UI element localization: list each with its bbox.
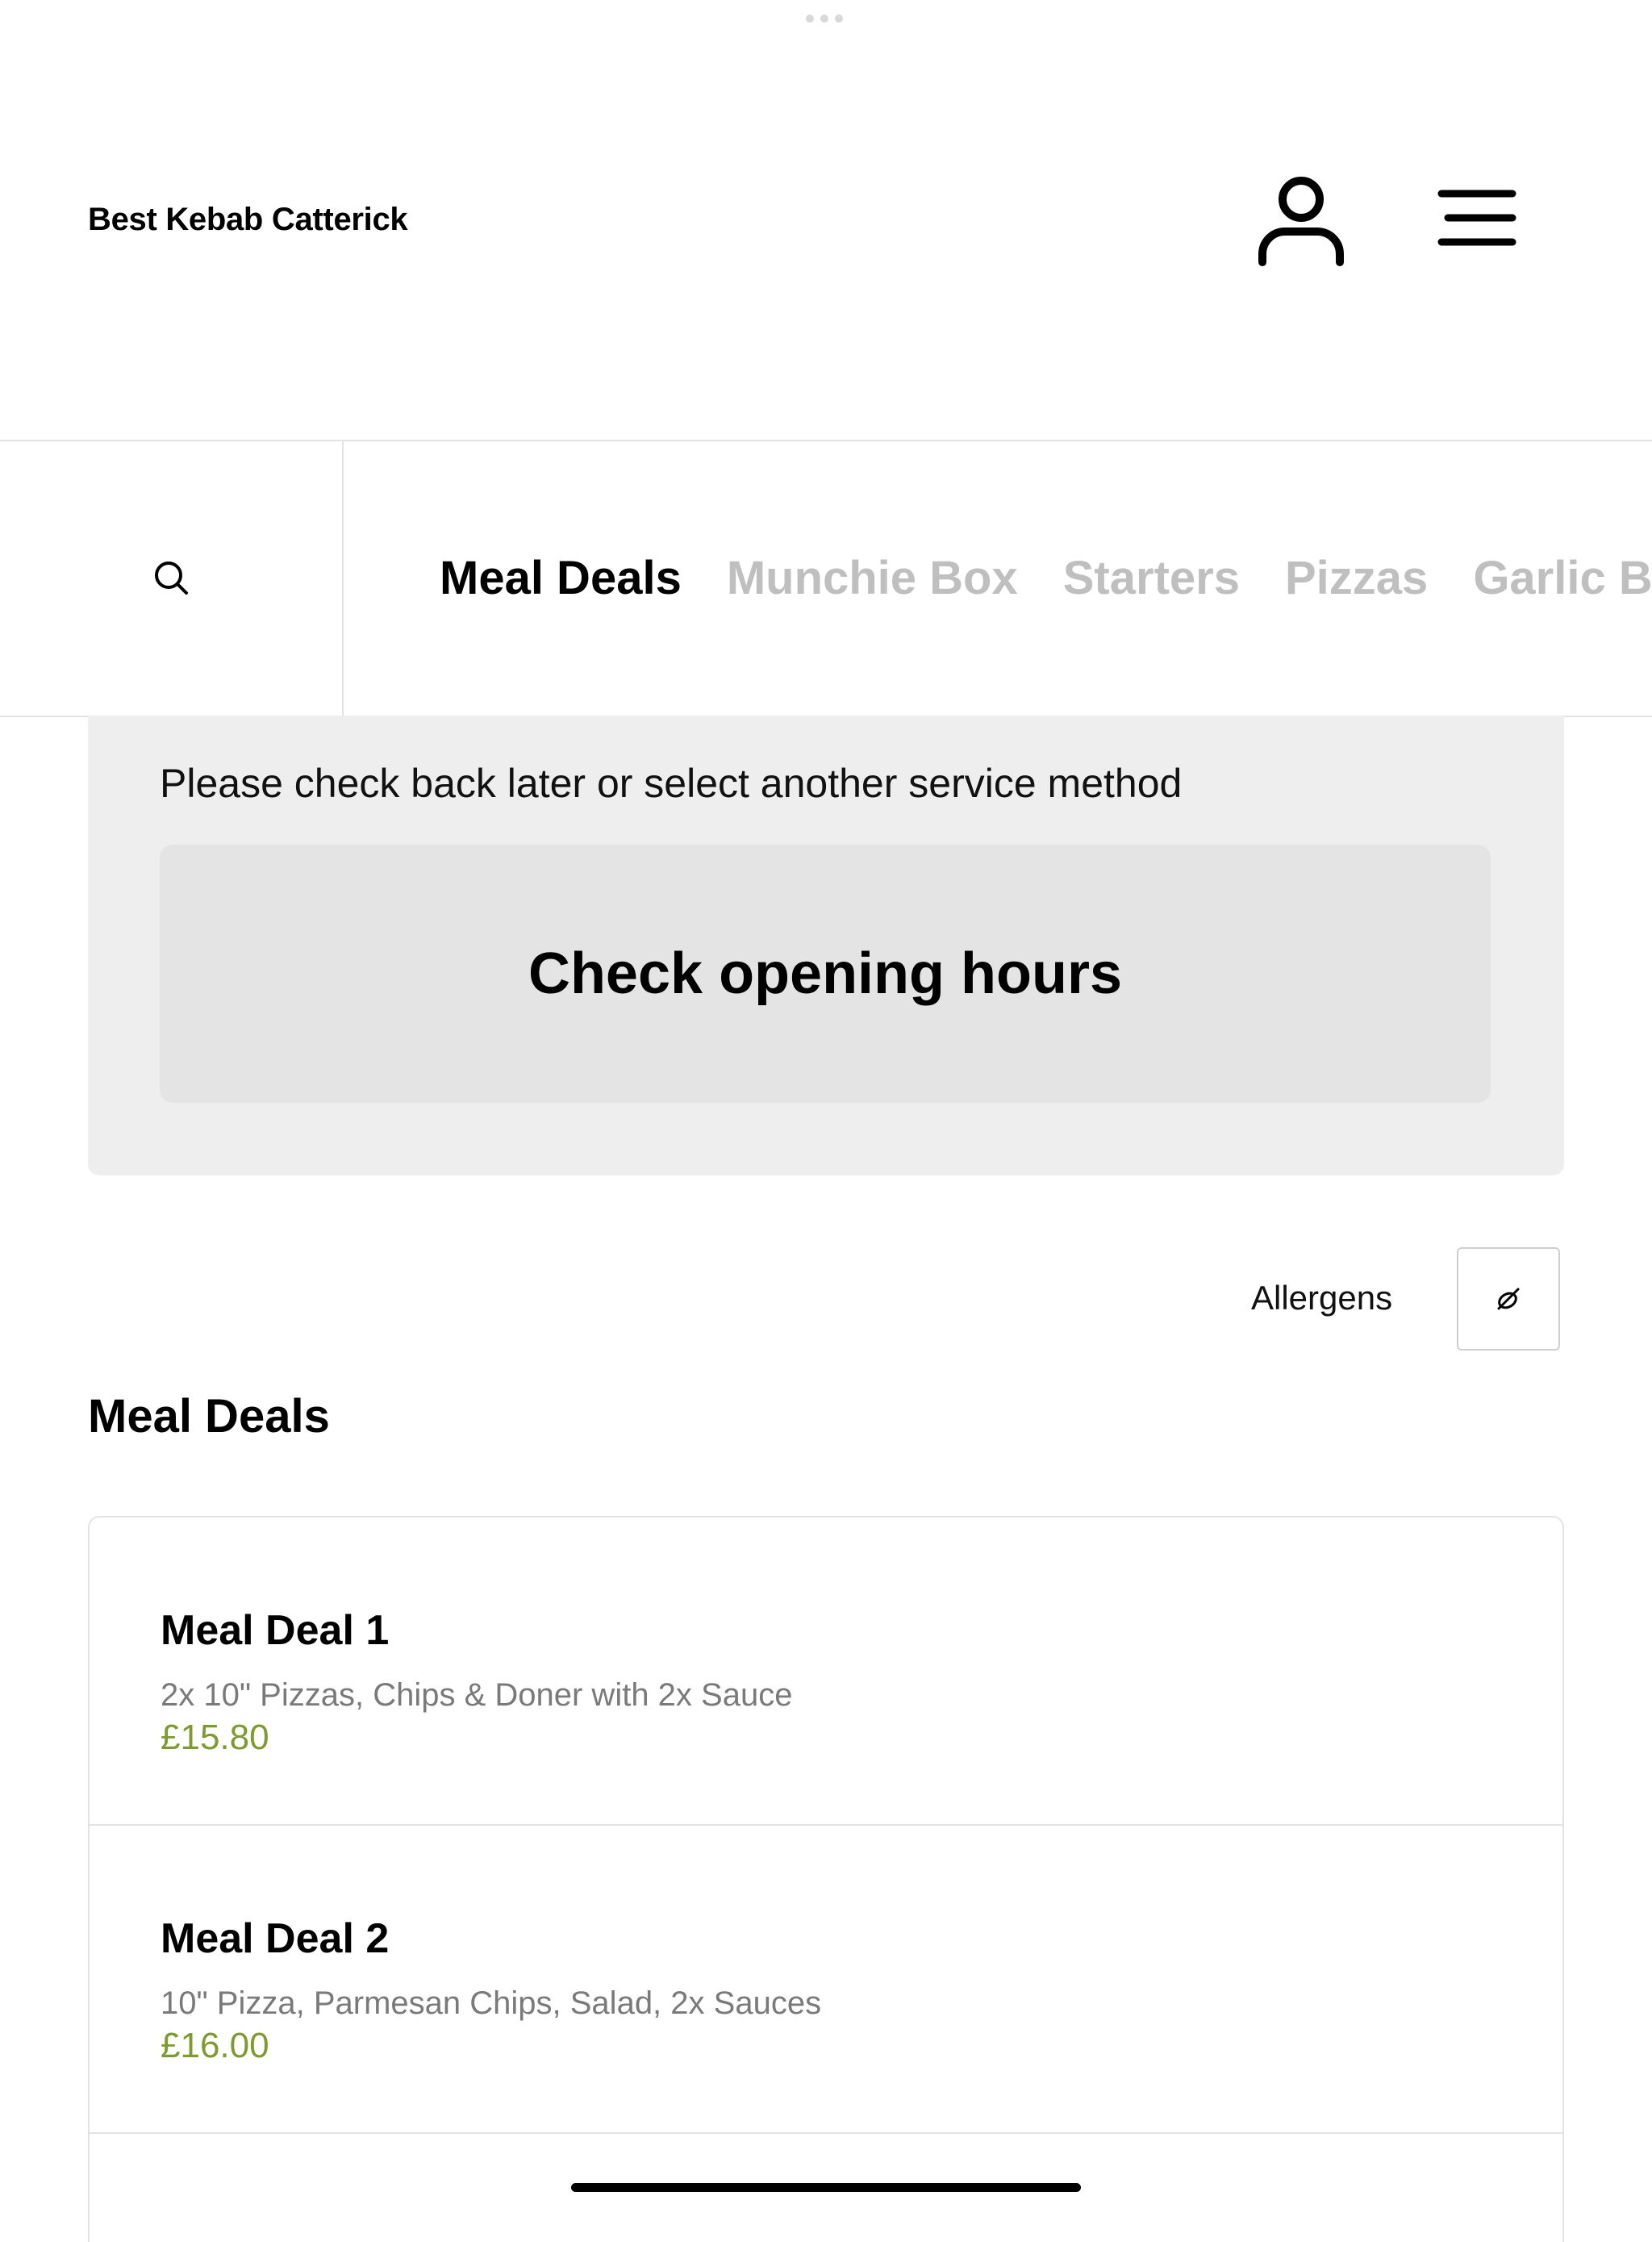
- menu-item[interactable]: Meal Deal 1 2x 10" Pizzas, Chips & Doner…: [90, 1518, 1562, 1826]
- notice-message: Please check back later or select anothe…: [160, 761, 1183, 806]
- menu-items-list: Meal Deal 1 2x 10" Pizzas, Chips & Doner…: [88, 1516, 1564, 2242]
- menu-item[interactable]: Meal Deal 2 10" Pizza, Parmesan Chips, S…: [90, 1826, 1562, 2134]
- check-opening-hours-button[interactable]: Check opening hours: [160, 845, 1491, 1103]
- item-description: 2x 10" Pizzas, Chips & Doner with 2x Sau…: [161, 1677, 793, 1713]
- tab-meal-deals[interactable]: Meal Deals: [440, 551, 682, 605]
- tab-munchie-box[interactable]: Munchie Box: [727, 551, 1018, 605]
- allergen-icon: [1497, 1288, 1520, 1310]
- restaurant-name[interactable]: Best Kebab Catterick: [88, 202, 408, 238]
- tab-garlic-bread[interactable]: Garlic B: [1473, 551, 1652, 605]
- menu-icon[interactable]: [1432, 186, 1521, 250]
- tab-starters[interactable]: Starters: [1063, 551, 1240, 605]
- category-nav: Meal Deals Munchie Box Starters Pizzas G…: [0, 440, 1652, 717]
- item-name: Meal Deal 1: [161, 1607, 390, 1654]
- user-icon[interactable]: [1254, 173, 1348, 267]
- search-button[interactable]: [0, 440, 344, 716]
- allergens-button[interactable]: [1457, 1247, 1560, 1351]
- item-price: £16.00: [161, 2026, 269, 2065]
- item-price: £15.80: [161, 1718, 269, 1757]
- category-tabs: Meal Deals Munchie Box Starters Pizzas G…: [440, 440, 1652, 716]
- item-description: 10" Pizza, Parmesan Chips, Salad, 2x Sau…: [161, 1985, 822, 2021]
- home-indicator[interactable]: [571, 2183, 1081, 2192]
- search-icon: [155, 562, 188, 595]
- allergens-label: Allergens: [1251, 1279, 1393, 1317]
- section-title: Meal Deals: [88, 1390, 330, 1442]
- closed-notice: Please check back later or select anothe…: [88, 716, 1564, 1175]
- item-name: Meal Deal 2: [161, 1915, 390, 1962]
- site-header: Best Kebab Catterick: [0, 0, 1652, 441]
- tab-pizzas[interactable]: Pizzas: [1285, 551, 1428, 605]
